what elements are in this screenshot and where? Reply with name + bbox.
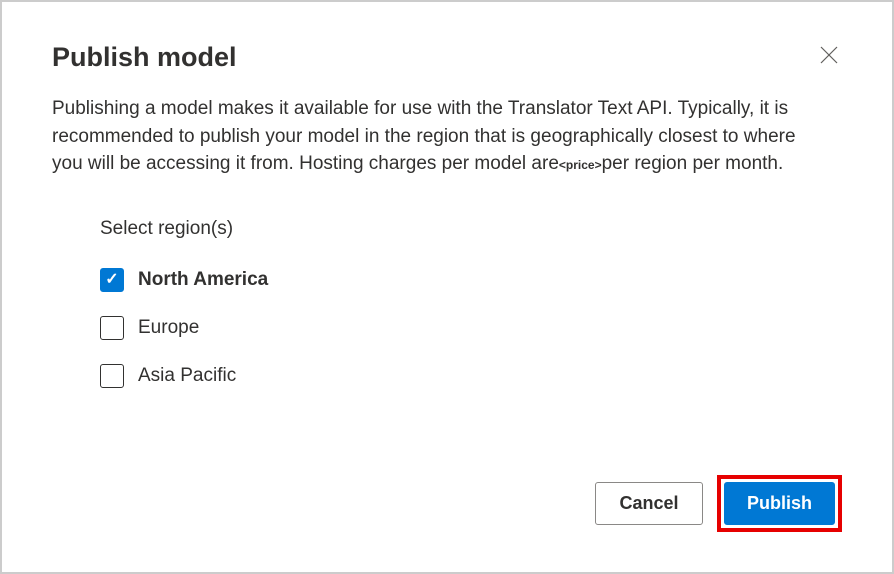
region-label: Asia Pacific [138,365,236,387]
region-item-asia-pacific[interactable]: Asia Pacific [100,364,842,388]
region-item-europe[interactable]: Europe [100,316,842,340]
description-text-2: per region per month. [602,153,784,174]
regions-label: Select region(s) [100,218,842,240]
checkmark-icon: ✓ [105,272,118,288]
dialog-title: Publish model [52,42,237,73]
checkbox-north-america[interactable]: ✓ [100,268,124,292]
publish-highlight: Publish [717,475,842,532]
checkbox-asia-pacific[interactable] [100,364,124,388]
regions-section: Select region(s) ✓ North America Europe … [100,218,842,388]
price-placeholder: <price> [559,158,602,172]
region-label: Europe [138,317,199,339]
publish-button[interactable]: Publish [724,482,835,525]
region-label: North America [138,269,268,291]
button-row: Cancel Publish [595,475,842,532]
dialog-description: Publishing a model makes it available fo… [52,95,812,178]
cancel-button[interactable]: Cancel [595,482,703,525]
checkbox-europe[interactable] [100,316,124,340]
close-icon[interactable] [816,42,842,72]
region-item-north-america[interactable]: ✓ North America [100,268,842,292]
